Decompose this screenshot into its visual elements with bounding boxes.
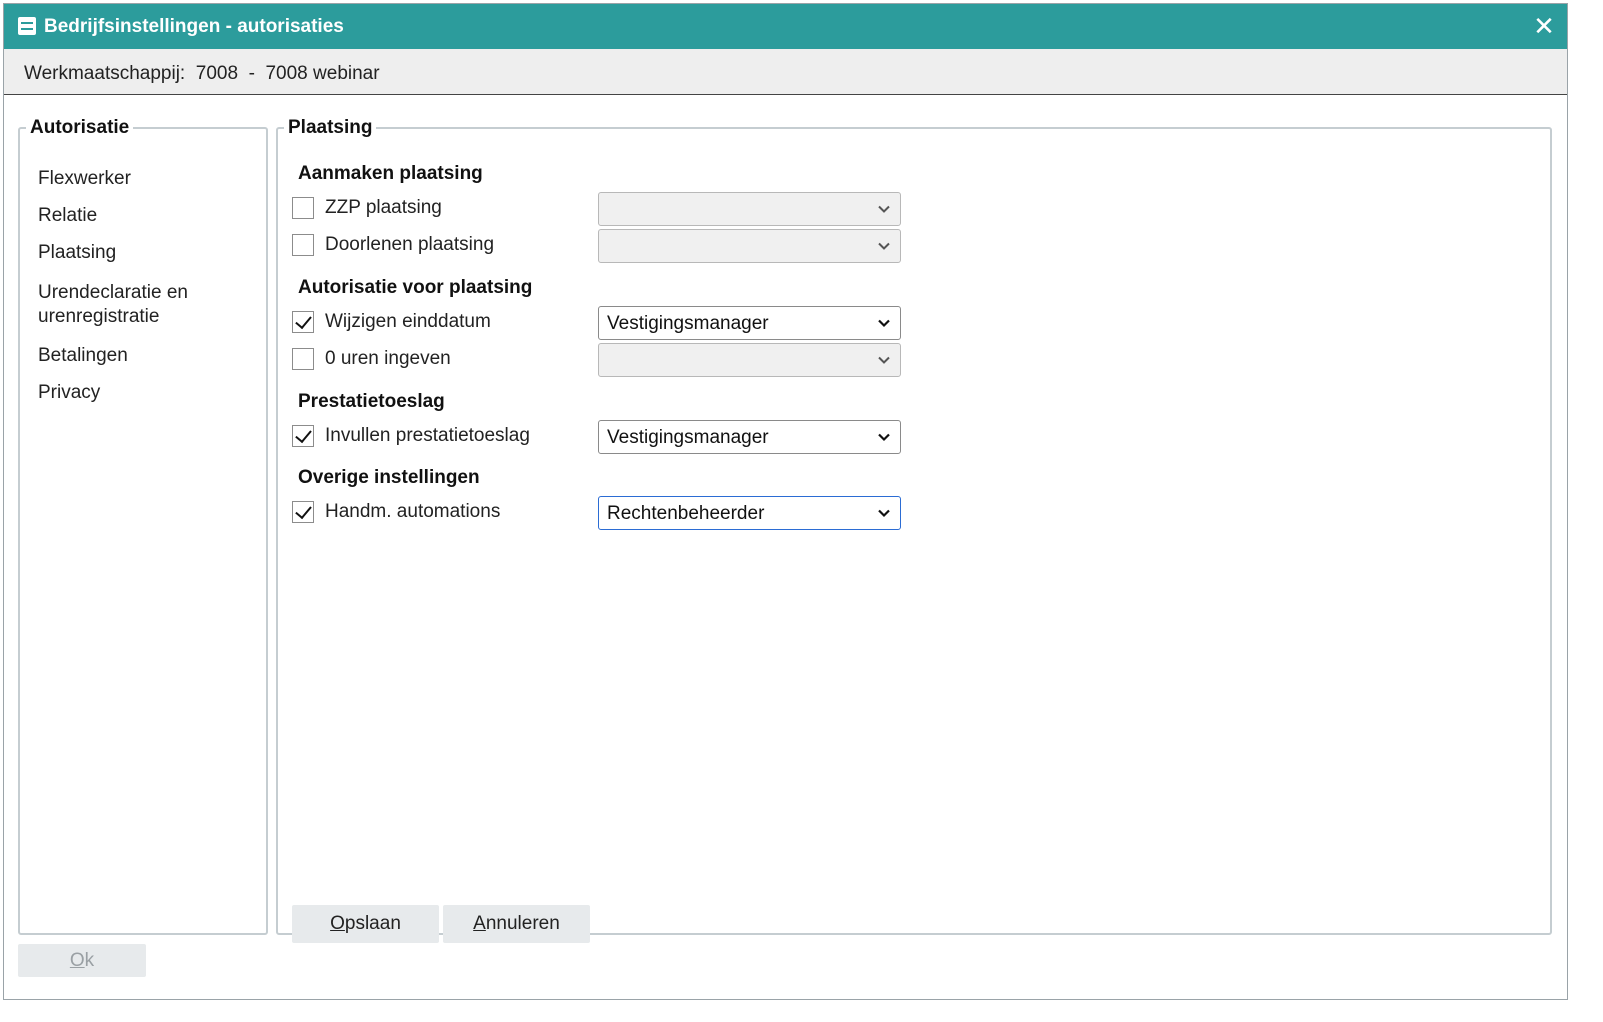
handm-automations-checkbox[interactable] <box>292 501 314 523</box>
setting-row-zzp-plaatsing: ZZP plaatsing <box>292 192 912 226</box>
nav-item-urendeclaratie[interactable]: Urendeclaratie en urenregistratie <box>38 281 238 329</box>
handm-automations-label: Handm. automations <box>325 501 501 522</box>
chevron-down-icon <box>878 433 890 442</box>
0-uren-ingeven-role-select[interactable] <box>598 343 901 377</box>
ok-button[interactable]: Ok <box>18 944 146 977</box>
section-heading-autorisatie-plaatsing: Autorisatie voor plaatsing <box>298 277 533 298</box>
title-bar[interactable]: Bedrijfsinstellingen - autorisaties ✕ <box>4 4 1567 49</box>
section-heading-overige-instellingen: Overige instellingen <box>298 467 480 488</box>
select-value: Vestigingsmanager <box>607 427 769 448</box>
dialog-window: Bedrijfsinstellingen - autorisaties ✕ We… <box>3 3 1568 1000</box>
setting-row-handm-automations: Handm. automations Rechtenbeheerder <box>292 496 912 530</box>
doorlenen-plaatsing-checkbox[interactable] <box>292 234 314 256</box>
save-label-rest: pslaan <box>344 913 401 934</box>
save-button[interactable]: Opslaan <box>292 905 439 943</box>
setting-row-invullen-prestatietoeslag: Invullen prestatietoeslag Vestigingsmana… <box>292 420 912 454</box>
zzp-plaatsing-label: ZZP plaatsing <box>325 197 442 218</box>
invullen-prestatietoeslag-label: Invullen prestatietoeslag <box>325 425 530 446</box>
doorlenen-plaatsing-role-select[interactable] <box>598 229 901 263</box>
wijzigen-einddatum-role-select[interactable]: Vestigingsmanager <box>598 306 901 340</box>
section-heading-aanmaken: Aanmaken plaatsing <box>298 163 483 184</box>
save-accesskey: O <box>330 913 345 934</box>
nav-item-flexwerker[interactable]: Flexwerker <box>38 167 131 191</box>
cancel-accesskey: A <box>473 913 486 934</box>
chevron-down-icon <box>878 356 890 364</box>
nav-item-betalingen[interactable]: Betalingen <box>38 344 128 368</box>
ok-accesskey: O <box>69 949 85 971</box>
0-uren-ingeven-checkbox[interactable] <box>292 348 314 370</box>
invullen-prestatietoeslag-checkbox[interactable] <box>292 425 314 447</box>
chevron-down-icon <box>878 509 890 518</box>
cancel-button[interactable]: Annuleren <box>443 905 590 943</box>
wijzigen-einddatum-checkbox[interactable] <box>292 311 314 333</box>
select-value: Rechtenbeheerder <box>607 503 765 524</box>
chevron-down-icon <box>878 319 890 328</box>
company-header: Werkmaatschappij: 7008 - 7008 webinar <box>4 49 1567 95</box>
invullen-prestatietoeslag-role-select[interactable]: Vestigingsmanager <box>598 420 901 454</box>
company-line: Werkmaatschappij: 7008 - 7008 webinar <box>24 63 380 84</box>
plaatsing-settings-group: Plaatsing Aanmaken plaatsing ZZP plaatsi… <box>276 117 1552 943</box>
ok-label-rest: k <box>84 949 95 971</box>
doorlenen-plaatsing-label: Doorlenen plaatsing <box>325 234 495 255</box>
nav-item-privacy[interactable]: Privacy <box>38 381 100 405</box>
settings-form-icon <box>18 17 36 35</box>
select-value: Vestigingsmanager <box>607 313 769 334</box>
zzp-plaatsing-checkbox[interactable] <box>292 197 314 219</box>
zzp-plaatsing-role-select[interactable] <box>598 192 901 226</box>
nav-legend: Autorisatie <box>30 117 130 138</box>
chevron-down-icon <box>878 205 890 213</box>
nav-item-relatie[interactable]: Relatie <box>38 204 97 228</box>
window-title: Bedrijfsinstellingen - autorisaties <box>44 16 344 37</box>
close-icon[interactable]: ✕ <box>1529 11 1559 41</box>
cancel-label-rest: nnuleren <box>485 913 560 934</box>
setting-row-0-uren-ingeven: 0 uren ingeven <box>292 343 912 377</box>
nav-item-plaatsing[interactable]: Plaatsing <box>38 241 116 265</box>
wijzigen-einddatum-label: Wijzigen einddatum <box>325 311 491 332</box>
main-legend: Plaatsing <box>288 117 373 138</box>
0-uren-ingeven-label: 0 uren ingeven <box>325 348 451 369</box>
authorization-nav-group: Autorisatie Flexwerker Relatie Plaatsing… <box>18 117 268 935</box>
setting-row-wijzigen-einddatum: Wijzigen einddatum Vestigingsmanager <box>292 306 912 340</box>
setting-row-doorlenen-plaatsing: Doorlenen plaatsing <box>292 229 912 263</box>
handm-automations-role-select[interactable]: Rechtenbeheerder <box>598 496 901 530</box>
section-heading-prestatietoeslag: Prestatietoeslag <box>298 391 445 412</box>
chevron-down-icon <box>878 242 890 250</box>
